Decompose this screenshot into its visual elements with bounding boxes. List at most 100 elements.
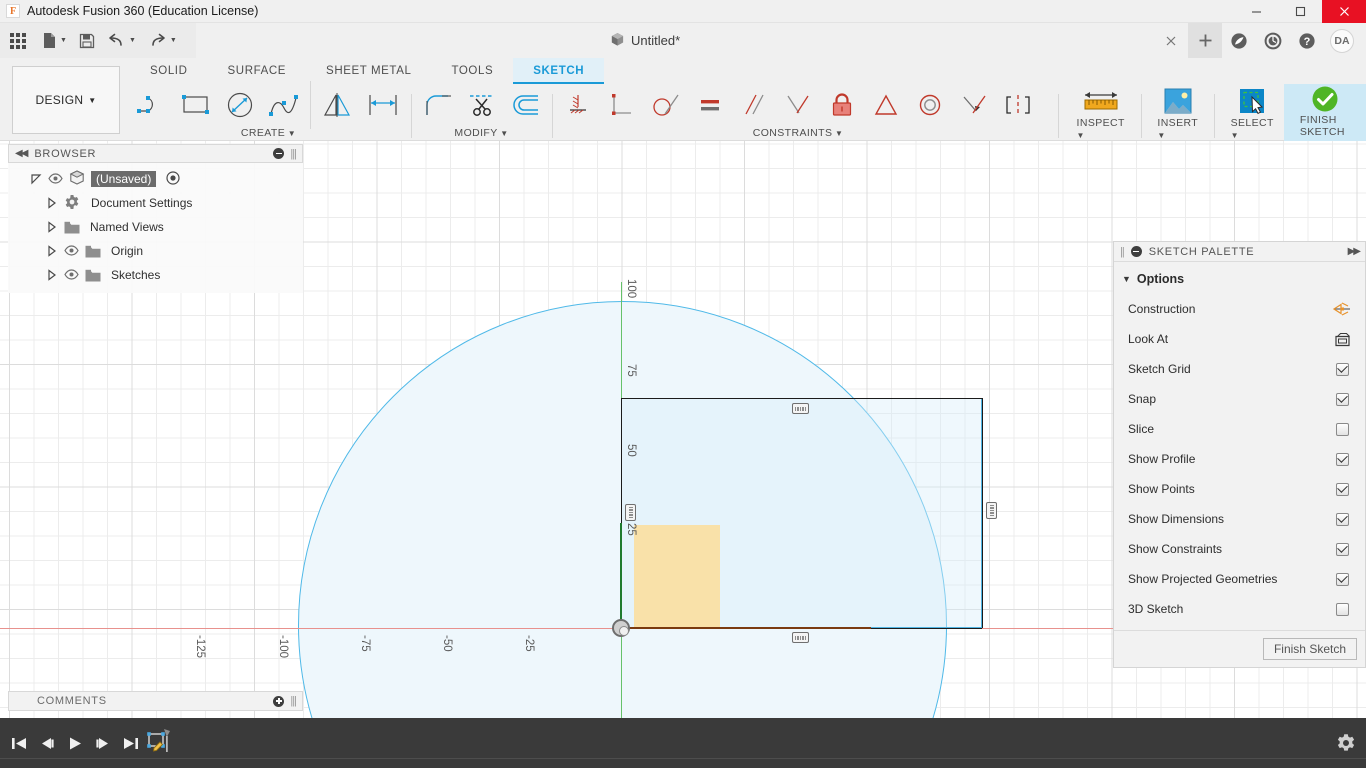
offset-icon[interactable] [504, 84, 548, 126]
mirror-icon[interactable] [315, 84, 359, 126]
sketch-feature-icon[interactable] [144, 727, 176, 759]
panel-grip-icon[interactable]: ||| [290, 695, 297, 707]
browser-item-origin[interactable]: Origin [8, 239, 303, 263]
panel-minimize-icon[interactable] [273, 148, 285, 159]
origin-point[interactable] [612, 619, 630, 637]
maximize-icon[interactable] [1278, 0, 1322, 23]
undo-icon[interactable]: ▼ [101, 23, 142, 58]
chevron-down-icon[interactable]: ▼ [170, 37, 177, 44]
expand-triangle-icon[interactable] [46, 245, 58, 257]
new-file-icon[interactable]: ▼ [36, 23, 73, 58]
panel-grip-icon[interactable]: || [1120, 246, 1125, 258]
perpendicular-constraint-icon[interactable] [600, 84, 644, 126]
tab-tools[interactable]: TOOLS [431, 58, 513, 84]
vertical-constraint-left[interactable] [625, 504, 636, 521]
panel-create-label[interactable]: CREATE ▼ [130, 126, 407, 141]
expand-right-icon[interactable]: ▶▶ [1348, 246, 1361, 257]
visibility-eye-icon[interactable] [64, 245, 79, 257]
panel-minimize-icon[interactable] [1130, 246, 1142, 257]
trim-icon[interactable] [460, 84, 504, 126]
expand-triangle-icon[interactable] [46, 269, 58, 281]
skip-to-end-icon[interactable] [118, 718, 144, 768]
expand-triangle-icon[interactable] [46, 197, 58, 209]
option-slice[interactable]: Slice [1114, 414, 1365, 444]
construction-icon[interactable] [1331, 302, 1353, 316]
tab-sheet-metal[interactable]: SHEET METAL [306, 58, 431, 84]
chevron-down-icon[interactable]: ▼ [129, 37, 136, 44]
option-3d-sketch[interactable]: 3D Sketch [1114, 594, 1365, 624]
coincident-constraint-icon[interactable] [952, 84, 996, 126]
checkbox-icon[interactable] [1331, 602, 1353, 616]
checkbox-icon[interactable] [1331, 572, 1353, 586]
dimension-icon[interactable] [359, 84, 407, 126]
app-grid-icon[interactable] [0, 23, 36, 58]
step-forward-icon[interactable] [90, 718, 116, 768]
close-icon[interactable] [1322, 0, 1366, 23]
equal-constraint-icon[interactable] [688, 84, 732, 126]
browser-item-document-settings[interactable]: Document Settings [8, 191, 303, 215]
panel-modify-label[interactable]: MODIFY ▼ [416, 126, 548, 141]
visibility-eye-icon[interactable] [64, 269, 79, 281]
insert-button[interactable]: INSERT ▼ [1147, 84, 1208, 141]
panel-grip-icon[interactable]: ||| [290, 148, 297, 160]
document-tab[interactable]: Untitled* [596, 23, 695, 58]
spline-icon[interactable] [262, 84, 306, 126]
options-section-header[interactable]: ▼ Options [1114, 268, 1365, 294]
avatar[interactable]: DA [1330, 28, 1354, 53]
circle-icon[interactable] [218, 84, 262, 126]
horizontal-vertical-constraint-icon[interactable] [556, 84, 600, 126]
browser-item-named-views[interactable]: Named Views [8, 215, 303, 239]
option-sketch-grid[interactable]: Sketch Grid [1114, 354, 1365, 384]
checkbox-icon[interactable] [1331, 482, 1353, 496]
checkbox-icon[interactable] [1331, 512, 1353, 526]
parallel-constraint-icon[interactable] [732, 84, 776, 126]
visibility-eye-icon[interactable] [48, 173, 63, 185]
option-show-profile[interactable]: Show Profile [1114, 444, 1365, 474]
option-show-points[interactable]: Show Points [1114, 474, 1365, 504]
concentric-constraint-icon[interactable] [908, 84, 952, 126]
checkbox-icon[interactable] [1331, 362, 1353, 376]
checkbox-icon[interactable] [1331, 452, 1353, 466]
skip-to-start-icon[interactable] [6, 718, 32, 768]
save-icon[interactable] [73, 23, 101, 58]
symmetry-constraint-icon[interactable] [996, 84, 1040, 126]
browser-item-sketches[interactable]: Sketches [8, 263, 303, 287]
comments-panel[interactable]: COMMENTS ||| [8, 691, 303, 711]
fix-constraint-icon[interactable] [820, 84, 864, 126]
option-snap[interactable]: Snap [1114, 384, 1365, 414]
vertical-constraint-right[interactable] [986, 502, 997, 519]
tab-sketch[interactable]: SKETCH [513, 58, 605, 84]
chevron-down-icon[interactable]: ▼ [60, 37, 67, 44]
job-status-icon[interactable] [1256, 23, 1290, 58]
help-icon[interactable]: ? [1290, 23, 1324, 58]
checkbox-icon[interactable] [1331, 392, 1353, 406]
new-tab-icon[interactable] [1188, 23, 1222, 58]
add-comment-icon[interactable] [273, 695, 285, 707]
collinear-constraint-icon[interactable] [776, 84, 820, 126]
collapse-left-icon[interactable]: ◀◀ [15, 148, 28, 159]
sketch-line-right[interactable] [982, 398, 983, 628]
rectangle-icon[interactable] [174, 84, 218, 126]
play-icon[interactable] [62, 718, 88, 768]
finish-sketch-button[interactable]: FINISH SKETCH ▼ [1283, 84, 1366, 149]
tab-surface[interactable]: SURFACE [208, 58, 307, 84]
minimize-icon[interactable] [1234, 0, 1278, 23]
expand-triangle-icon[interactable] [46, 221, 58, 233]
redo-icon[interactable]: ▼ [142, 23, 183, 58]
workspace-selector[interactable]: DESIGN ▼ [12, 66, 120, 134]
option-construction[interactable]: Construction [1114, 294, 1365, 324]
horizontal-constraint-top[interactable] [792, 403, 809, 414]
select-button[interactable]: SELECT ▼ [1221, 84, 1284, 141]
midpoint-constraint-icon[interactable] [864, 84, 908, 126]
look-at-icon[interactable] [1331, 332, 1353, 347]
step-back-icon[interactable] [34, 718, 60, 768]
browser-item-unsaved[interactable]: (Unsaved) [8, 167, 303, 191]
checkbox-icon[interactable] [1331, 542, 1353, 556]
horizontal-constraint-bottom[interactable] [792, 632, 809, 643]
option-show-projected-geometries[interactable]: Show Projected Geometries [1114, 564, 1365, 594]
sketch-profile-region[interactable] [634, 525, 720, 628]
activate-radio-icon[interactable] [166, 170, 180, 188]
close-tab-icon[interactable] [1154, 23, 1188, 58]
checkbox-icon[interactable] [1331, 422, 1353, 436]
fillet-icon[interactable] [416, 84, 460, 126]
